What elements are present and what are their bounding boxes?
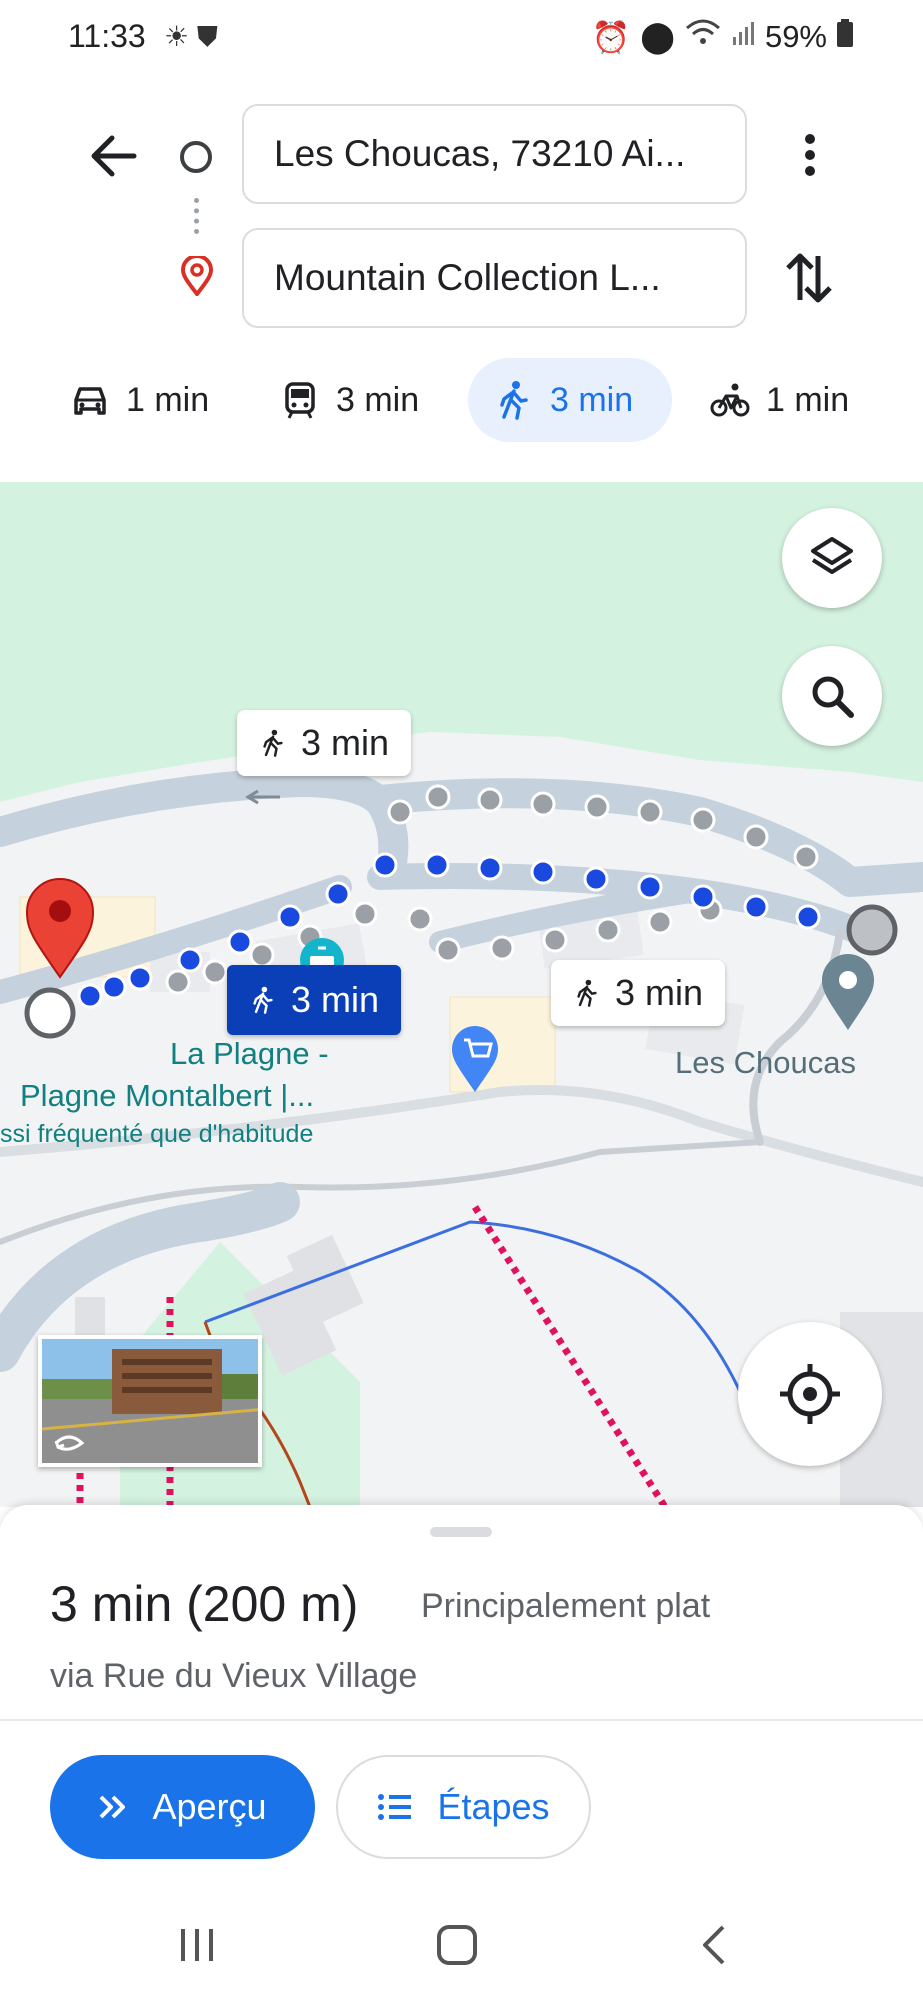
- route-start-marker: [24, 987, 76, 1039]
- transit-icon: [285, 382, 315, 419]
- location-icon: ⬤: [640, 19, 675, 54]
- status-time: 11:33: [68, 18, 146, 54]
- home-icon: [437, 1925, 477, 1965]
- alt-route-bubble-top[interactable]: 3 min: [237, 710, 412, 776]
- alarm-icon: ⏰: [591, 19, 631, 55]
- signal-icon: [731, 19, 755, 55]
- steps-button[interactable]: Étapes: [336, 1755, 591, 1859]
- mode-tab-cycling[interactable]: 1 min: [684, 358, 875, 442]
- system-nav-bar: [0, 1890, 923, 2000]
- mode-tab-transit[interactable]: 3 min: [254, 358, 445, 442]
- route-via: via Rue du Vieux Village: [50, 1657, 418, 1695]
- crosshair-icon: [780, 1364, 840, 1424]
- overview-button[interactable]: Aperçu: [50, 1755, 315, 1859]
- walk-icon: [263, 729, 283, 757]
- recent-apps-button[interactable]: [162, 1910, 232, 1980]
- place-label-les-choucas[interactable]: Les Choucas: [675, 1045, 856, 1081]
- battery-icon: [837, 19, 853, 55]
- swap-icon[interactable]: [784, 250, 834, 306]
- origin-field[interactable]: Les Choucas, 73210 Ai...: [242, 104, 747, 204]
- map-search-button[interactable]: [782, 646, 882, 746]
- mode-tab-walking[interactable]: 3 min: [468, 358, 672, 442]
- station-label-line2[interactable]: Plagne Montalbert |...: [20, 1078, 314, 1114]
- alt-route-time-top: 3 min: [301, 722, 390, 763]
- double-chevron-icon: [100, 1795, 126, 1819]
- car-icon: [74, 387, 106, 415]
- list-icon: [378, 1794, 412, 1820]
- destination-pin-icon: [180, 254, 214, 298]
- origin-circle-icon: [180, 141, 212, 173]
- sheet-divider: [0, 1719, 923, 1721]
- search-icon: [812, 676, 854, 718]
- destination-field[interactable]: Mountain Collection L...: [242, 228, 747, 328]
- system-back-button[interactable]: [680, 1910, 750, 1980]
- mode-time-cycling: 1 min: [766, 380, 850, 419]
- walk-icon: [253, 986, 273, 1014]
- route-terrain: Principalement plat: [421, 1587, 711, 1625]
- rotate-360-icon: [54, 1435, 85, 1451]
- place-pin-icon: [822, 954, 874, 1030]
- status-bar: 11:33 ☀ ⛊ ⏰ ⬤ 59%: [0, 0, 923, 76]
- map-layers-button[interactable]: [782, 508, 882, 608]
- route-end-marker: [846, 904, 898, 956]
- battery-percent: 59%: [764, 19, 827, 54]
- walk-icon: [577, 979, 597, 1007]
- station-label-line1[interactable]: La Plagne -: [170, 1036, 329, 1072]
- selected-route-time: 3 min: [291, 979, 380, 1020]
- walk-icon: [500, 381, 528, 420]
- steps-label: Étapes: [437, 1786, 550, 1827]
- mode-time-driving: 1 min: [126, 380, 210, 419]
- map-view[interactable]: 3 min 3 min 3 min La Plagne - Plagne Mon…: [0, 482, 923, 1507]
- back-chevron-icon: [703, 1925, 725, 1965]
- home-button[interactable]: [422, 1910, 492, 1980]
- back-arrow-icon[interactable]: [86, 128, 142, 184]
- recent-apps-icon: [181, 1929, 213, 1961]
- mode-time-transit: 3 min: [336, 380, 420, 419]
- street-view-thumbnail[interactable]: [38, 1335, 262, 1467]
- more-options-icon[interactable]: [790, 130, 830, 180]
- route-dots-icon: [194, 198, 199, 234]
- selected-route-bubble[interactable]: 3 min: [227, 965, 402, 1035]
- station-label-line3: ssi fréquenté que d'habitude: [0, 1120, 314, 1148]
- bike-icon: [710, 383, 750, 417]
- status-right: ⏰ ⬤ 59%: [592, 18, 853, 56]
- my-location-button[interactable]: [738, 1322, 882, 1466]
- alt-route-time-right: 3 min: [615, 972, 704, 1013]
- mode-tab-driving[interactable]: 1 min: [44, 358, 235, 442]
- mode-time-walking: 3 min: [550, 380, 634, 419]
- layers-icon: [811, 537, 853, 574]
- overview-label: Aperçu: [152, 1786, 267, 1827]
- route-duration: 3 min (200 m): [50, 1576, 359, 1632]
- travel-mode-tabs: 1 min 3 min 3 min 1 min: [0, 358, 923, 444]
- wifi-icon: [685, 18, 721, 56]
- sheet-drag-handle[interactable]: [430, 1527, 492, 1537]
- alt-route-bubble-right[interactable]: 3 min: [551, 960, 726, 1026]
- weather-icon: ☀ ⛊: [164, 21, 218, 52]
